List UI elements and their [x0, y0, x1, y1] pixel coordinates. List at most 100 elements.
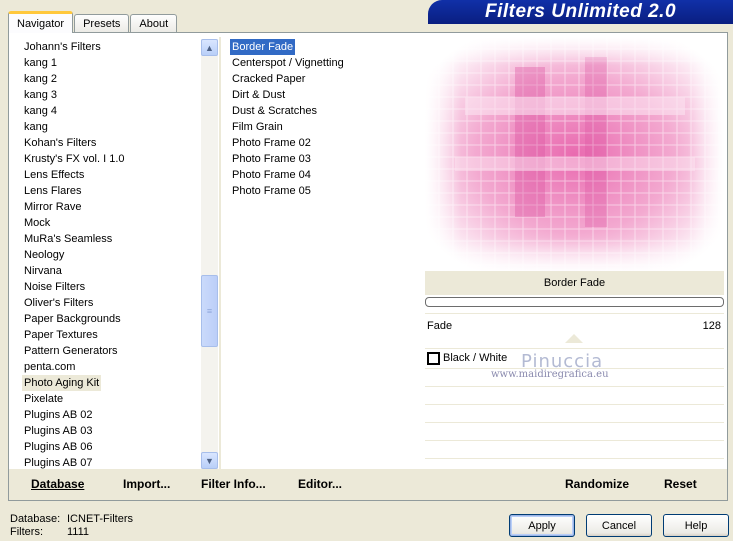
category-label: MuRa's Seamless: [24, 233, 113, 245]
scroll-thumb[interactable]: ≡: [201, 275, 218, 347]
category-item[interactable]: MuRa's Seamless: [22, 231, 219, 247]
filter-label: Border Fade: [230, 39, 296, 55]
black-white-checkbox[interactable]: [427, 352, 440, 365]
navigator-panel: Johann's Filters kang 1 kang 2 kang 3 kang 4…: [8, 32, 728, 501]
category-item[interactable]: Plugins AB 03: [22, 423, 219, 439]
black-white-row[interactable]: Black / White Pinuccia: [425, 349, 724, 372]
category-label: Mock: [24, 217, 51, 229]
filter-item[interactable]: Film Grain: [230, 119, 423, 135]
param-row-empty: www.maidiregrafica.eu: [425, 369, 724, 387]
category-item[interactable]: Mock: [22, 215, 219, 231]
database-button[interactable]: Database: [31, 477, 84, 491]
category-label: Johann's Filters: [24, 41, 101, 53]
filter-label: Photo Frame 05: [232, 185, 311, 197]
fade-slider-row[interactable]: Fade 128: [425, 313, 724, 349]
filter-item[interactable]: Dirt & Dust: [230, 87, 423, 103]
category-label: kang 1: [24, 57, 58, 69]
category-list[interactable]: Johann's Filters kang 1 kang 2 kang 3 kang 4…: [14, 37, 221, 469]
reset-button[interactable]: Reset: [664, 477, 697, 491]
category-item[interactable]: Pattern Generators: [22, 343, 219, 359]
scroll-up-icon[interactable]: ▲: [201, 39, 218, 56]
parameters-panel: Border Fade Fade 128 Black / White Pinuc…: [425, 271, 724, 465]
category-item[interactable]: Neology: [22, 247, 219, 263]
filter-label: Dirt & Dust: [232, 89, 286, 101]
filter-item[interactable]: Photo Frame 04: [230, 167, 423, 183]
database-info: Database: ICNET-Filters Filters: 1111: [10, 513, 133, 539]
filter-label: Dust & Scratches: [232, 105, 317, 117]
filter-item[interactable]: Photo Frame 02: [230, 135, 423, 151]
category-item[interactable]: Plugins AB 06: [22, 439, 219, 455]
category-item[interactable]: penta.com: [22, 359, 219, 375]
category-scrollbar[interactable]: ▲ ≡ ▼: [201, 39, 218, 469]
filter-label: Centerspot / Vignetting: [232, 57, 344, 69]
category-label: Mirror Rave: [24, 201, 82, 213]
database-label: Database:: [10, 513, 61, 525]
filter-item[interactable]: Photo Frame 05: [230, 183, 423, 199]
param-row-empty: [425, 387, 724, 405]
progress-bar: [425, 297, 724, 307]
category-label: kang: [24, 121, 48, 133]
filter-item[interactable]: Photo Frame 03: [230, 151, 423, 167]
panel-button-bar: Database Import... Filter Info... Editor…: [9, 469, 727, 500]
category-item[interactable]: Lens Flares: [22, 183, 219, 199]
filter-item[interactable]: Centerspot / Vignetting: [230, 55, 423, 71]
category-label: Plugins AB 06: [24, 441, 93, 453]
category-label: Noise Filters: [24, 281, 86, 293]
filter-info-button[interactable]: Filter Info...: [201, 477, 266, 491]
param-row-empty: [425, 441, 724, 459]
category-label: Krusty's FX vol. I 1.0: [24, 153, 125, 165]
category-item[interactable]: Noise Filters: [22, 279, 219, 295]
category-label: Neology: [24, 249, 65, 261]
editor-button[interactable]: Editor...: [298, 477, 342, 491]
category-item[interactable]: Oliver's Filters: [22, 295, 219, 311]
filters-count-value: 1111: [67, 526, 90, 538]
filter-list[interactable]: Border Fade Centerspot / Vignetting Cracke…: [225, 37, 423, 469]
category-item[interactable]: kang 3: [22, 87, 219, 103]
category-item[interactable]: Paper Backgrounds: [22, 311, 219, 327]
category-item[interactable]: Photo Aging Kit: [22, 375, 219, 391]
tab-navigator[interactable]: Navigator: [8, 11, 74, 33]
help-button[interactable]: Help: [663, 514, 729, 537]
category-label: Plugins AB 02: [24, 409, 93, 421]
black-white-label: Black / White: [443, 352, 508, 364]
category-item[interactable]: kang: [22, 119, 219, 135]
category-label: Lens Effects: [24, 169, 85, 181]
category-item[interactable]: Kohan's Filters: [22, 135, 219, 151]
category-item[interactable]: Krusty's FX vol. I 1.0: [22, 151, 219, 167]
fade-slider-thumb[interactable]: [565, 334, 583, 343]
category-item[interactable]: Lens Effects: [22, 167, 219, 183]
category-label: Pattern Generators: [24, 345, 118, 357]
fade-label: Fade: [427, 320, 453, 332]
category-item[interactable]: Pixelate: [22, 391, 219, 407]
category-item[interactable]: Mirror Rave: [22, 199, 219, 215]
database-value: ICNET-Filters: [67, 513, 133, 525]
category-item[interactable]: Nirvana: [22, 263, 219, 279]
category-item[interactable]: Paper Textures: [22, 327, 219, 343]
category-label: Pixelate: [24, 393, 64, 405]
category-item[interactable]: kang 2: [22, 71, 219, 87]
category-label: Photo Aging Kit: [22, 375, 102, 391]
category-item[interactable]: Plugins AB 02: [22, 407, 219, 423]
category-item[interactable]: kang 1: [22, 55, 219, 71]
filter-item[interactable]: Cracked Paper: [230, 71, 423, 87]
randomize-button[interactable]: Randomize: [565, 477, 629, 491]
scroll-down-icon[interactable]: ▼: [201, 452, 218, 469]
category-item[interactable]: Johann's Filters: [22, 39, 219, 55]
category-label: Nirvana: [24, 265, 62, 277]
apply-button[interactable]: Apply: [509, 514, 575, 537]
filter-label: Photo Frame 03: [232, 153, 311, 165]
preview-image: [425, 37, 724, 273]
cancel-button[interactable]: Cancel: [586, 514, 652, 537]
app-banner: Filters Unlimited 2.0: [428, 0, 733, 24]
filter-item[interactable]: Border Fade: [230, 39, 423, 55]
category-label: kang 3: [24, 89, 58, 101]
filter-item[interactable]: Dust & Scratches: [230, 103, 423, 119]
category-label: penta.com: [24, 361, 76, 373]
tab-about[interactable]: About: [130, 14, 178, 32]
tab-presets[interactable]: Presets: [74, 14, 130, 32]
import-button[interactable]: Import...: [123, 477, 170, 491]
tab-bar: Navigator Presets About: [8, 10, 178, 33]
category-label: Plugins AB 03: [24, 425, 93, 437]
category-item[interactable]: kang 4: [22, 103, 219, 119]
category-label: kang 4: [24, 105, 58, 117]
